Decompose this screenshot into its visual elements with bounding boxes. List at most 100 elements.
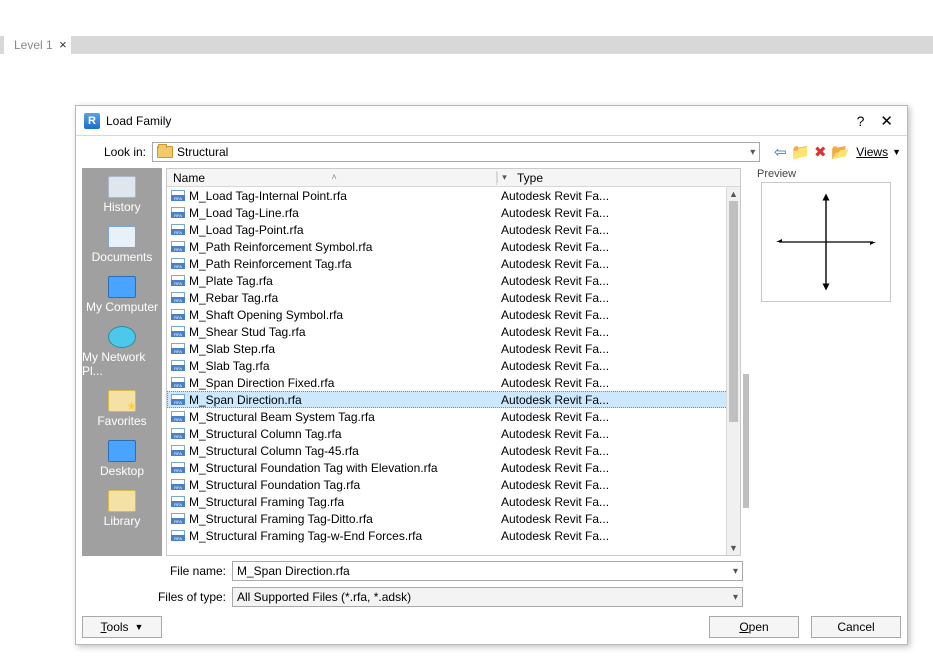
file-name: M_Structural Foundation Tag.rfa bbox=[189, 478, 501, 492]
view-tab-level1[interactable]: Level 1 × bbox=[4, 36, 71, 54]
preview-panel bbox=[761, 182, 891, 302]
file-row[interactable]: M_Slab Tag.rfaAutodesk Revit Fa... bbox=[167, 357, 740, 374]
places-item[interactable]: Favorites bbox=[82, 386, 162, 432]
chevron-down-icon: ▼ bbox=[892, 147, 901, 157]
file-name-value: M_Span Direction.rfa bbox=[237, 564, 733, 578]
load-family-dialog: R Load Family ? ✕ Look in: Structural ▾ … bbox=[75, 105, 908, 645]
file-list[interactable]: M_Load Tag-Internal Point.rfaAutodesk Re… bbox=[167, 187, 740, 555]
rfa-file-icon bbox=[171, 513, 185, 524]
views-menu-button[interactable]: Views bbox=[856, 145, 888, 159]
hist-icon bbox=[108, 176, 136, 198]
file-name: M_Load Tag-Point.rfa bbox=[189, 223, 501, 237]
open-button[interactable]: Open bbox=[709, 616, 799, 638]
file-row[interactable]: M_Shear Stud Tag.rfaAutodesk Revit Fa... bbox=[167, 323, 740, 340]
places-item[interactable]: My Computer bbox=[82, 272, 162, 318]
rfa-file-icon bbox=[171, 462, 185, 473]
new-folder-icon[interactable]: 📂 bbox=[830, 142, 850, 162]
scroll-thumb[interactable] bbox=[729, 201, 738, 422]
revit-logo-icon: R bbox=[84, 113, 100, 129]
file-name: M_Slab Step.rfa bbox=[189, 342, 501, 356]
column-header-name[interactable]: Name ˄ bbox=[167, 171, 497, 185]
file-type-value: All Supported Files (*.rfa, *.adsk) bbox=[237, 590, 733, 604]
places-item[interactable]: Library bbox=[82, 486, 162, 532]
column-name-dropdown[interactable]: ▾ bbox=[497, 172, 511, 183]
file-name: M_Slab Tag.rfa bbox=[189, 359, 501, 373]
file-type: Autodesk Revit Fa... bbox=[501, 359, 740, 373]
chevron-down-icon: ▾ bbox=[750, 147, 755, 158]
file-row[interactable]: M_Structural Framing Tag-w-End Forces.rf… bbox=[167, 527, 740, 544]
cancel-button[interactable]: Cancel bbox=[811, 616, 901, 638]
file-row[interactable]: M_Path Reinforcement Tag.rfaAutodesk Rev… bbox=[167, 255, 740, 272]
places-item-label: Favorites bbox=[97, 414, 146, 428]
outer-scrollbar-thumb[interactable] bbox=[743, 374, 749, 508]
file-row[interactable]: M_Structural Column Tag-45.rfaAutodesk R… bbox=[167, 442, 740, 459]
file-type: Autodesk Revit Fa... bbox=[501, 206, 740, 220]
delete-icon[interactable]: ✖ bbox=[810, 142, 830, 162]
rfa-file-icon bbox=[171, 428, 185, 439]
file-row[interactable]: M_Span Direction.rfaAutodesk Revit Fa... bbox=[167, 391, 740, 408]
file-row[interactable]: M_Path Reinforcement Symbol.rfaAutodesk … bbox=[167, 238, 740, 255]
up-folder-icon[interactable]: 📁 bbox=[790, 142, 810, 162]
file-row[interactable]: M_Plate Tag.rfaAutodesk Revit Fa... bbox=[167, 272, 740, 289]
file-row[interactable]: M_Structural Foundation Tag with Elevati… bbox=[167, 459, 740, 476]
file-row[interactable]: M_Structural Foundation Tag.rfaAutodesk … bbox=[167, 476, 740, 493]
help-button[interactable]: ? bbox=[847, 113, 875, 129]
file-list-scrollbar[interactable]: ▲ ▼ bbox=[726, 187, 740, 555]
back-icon[interactable]: ⇦ bbox=[770, 142, 790, 162]
close-tab-icon[interactable]: × bbox=[59, 37, 67, 52]
places-item-label: History bbox=[103, 200, 140, 214]
file-row[interactable]: M_Load Tag-Internal Point.rfaAutodesk Re… bbox=[167, 187, 740, 204]
file-row[interactable]: M_Structural Framing Tag-Ditto.rfaAutode… bbox=[167, 510, 740, 527]
file-row[interactable]: M_Load Tag-Line.rfaAutodesk Revit Fa... bbox=[167, 204, 740, 221]
file-row[interactable]: M_Shaft Opening Symbol.rfaAutodesk Revit… bbox=[167, 306, 740, 323]
file-type: Autodesk Revit Fa... bbox=[501, 308, 740, 322]
file-row[interactable]: M_Span Direction Fixed.rfaAutodesk Revit… bbox=[167, 374, 740, 391]
file-name: M_Structural Column Tag-45.rfa bbox=[189, 444, 501, 458]
file-row[interactable]: M_Structural Beam System Tag.rfaAutodesk… bbox=[167, 408, 740, 425]
file-name: M_Structural Column Tag.rfa bbox=[189, 427, 501, 441]
places-item[interactable]: History bbox=[82, 172, 162, 218]
file-list-pane: Name ˄ ▾ Type M_Load Tag-Internal Point.… bbox=[166, 168, 741, 556]
dialog-title: Load Family bbox=[106, 114, 847, 128]
file-type: Autodesk Revit Fa... bbox=[501, 410, 740, 424]
file-row[interactable]: M_Structural Column Tag.rfaAutodesk Revi… bbox=[167, 425, 740, 442]
file-row[interactable]: M_Structural Framing Tag.rfaAutodesk Rev… bbox=[167, 493, 740, 510]
tab-label: Level 1 bbox=[14, 38, 53, 52]
dialog-close-button[interactable]: ✕ bbox=[874, 112, 899, 130]
file-row[interactable]: M_Slab Step.rfaAutodesk Revit Fa... bbox=[167, 340, 740, 357]
places-bar: History DocumentsMy ComputerMy Network Pl… bbox=[82, 168, 162, 556]
scroll-up-icon[interactable]: ▲ bbox=[727, 187, 740, 201]
chevron-down-icon: ▼ bbox=[135, 622, 144, 632]
file-list-header: Name ˄ ▾ Type bbox=[167, 169, 740, 187]
file-type: Autodesk Revit Fa... bbox=[501, 376, 740, 390]
column-header-type[interactable]: Type bbox=[511, 171, 740, 185]
rfa-file-icon bbox=[171, 411, 185, 422]
comp-icon bbox=[108, 276, 136, 298]
file-type: Autodesk Revit Fa... bbox=[501, 529, 740, 543]
places-item[interactable]: Desktop bbox=[82, 436, 162, 482]
places-item[interactable]: Documents bbox=[82, 222, 162, 268]
file-name: M_Path Reinforcement Symbol.rfa bbox=[189, 240, 501, 254]
rfa-file-icon bbox=[171, 479, 185, 490]
scroll-down-icon[interactable]: ▼ bbox=[727, 541, 740, 555]
rfa-file-icon bbox=[171, 258, 185, 269]
folder-icon bbox=[108, 490, 136, 512]
rfa-file-icon bbox=[171, 207, 185, 218]
file-name-combo[interactable]: M_Span Direction.rfa ▾ bbox=[232, 561, 743, 581]
rfa-file-icon bbox=[171, 224, 185, 235]
net-icon bbox=[108, 326, 136, 348]
places-item[interactable]: My Network Pl... bbox=[82, 322, 162, 382]
rfa-file-icon bbox=[171, 241, 185, 252]
rfa-file-icon bbox=[171, 530, 185, 541]
file-type-combo[interactable]: All Supported Files (*.rfa, *.adsk) ▾ bbox=[232, 587, 743, 607]
view-tab-strip: Level 1 × bbox=[0, 36, 933, 54]
file-row[interactable]: M_Load Tag-Point.rfaAutodesk Revit Fa... bbox=[167, 221, 740, 238]
chevron-down-icon: ▾ bbox=[733, 566, 738, 577]
file-row[interactable]: M_Rebar Tag.rfaAutodesk Revit Fa... bbox=[167, 289, 740, 306]
look-in-combo[interactable]: Structural ▾ bbox=[152, 142, 760, 162]
tools-menu-button[interactable]: Tools ▼ bbox=[82, 616, 162, 638]
rfa-file-icon bbox=[171, 292, 185, 303]
file-type: Autodesk Revit Fa... bbox=[501, 189, 740, 203]
file-name: M_Shaft Opening Symbol.rfa bbox=[189, 308, 501, 322]
file-name: M_Load Tag-Line.rfa bbox=[189, 206, 501, 220]
